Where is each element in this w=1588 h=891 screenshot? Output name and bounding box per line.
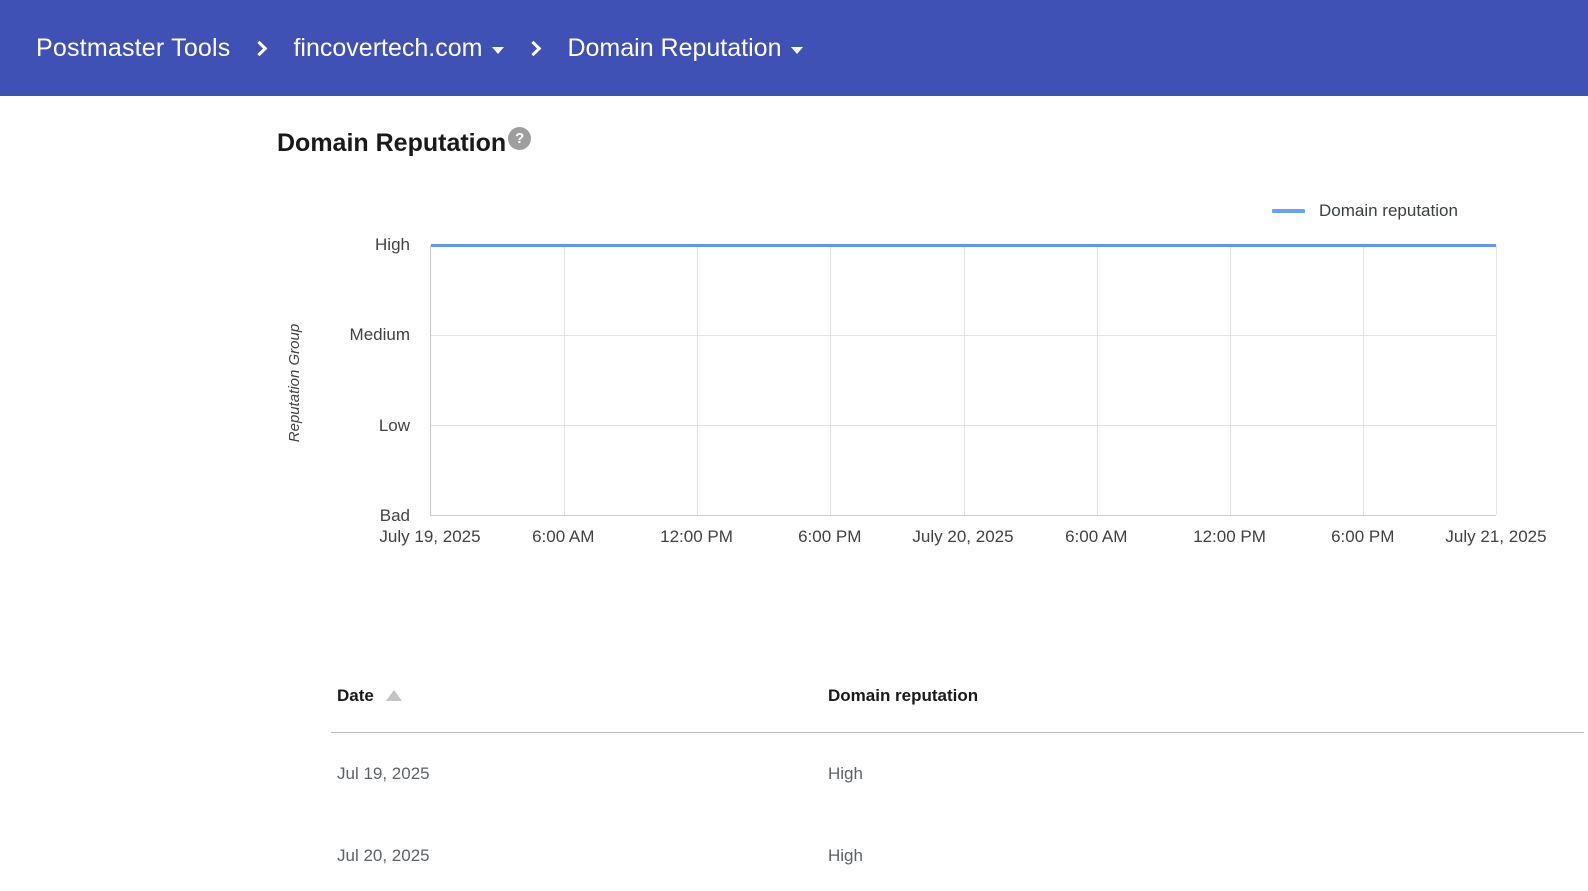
horizontal-gridline [431,425,1496,426]
reputation-cell: High [828,846,1584,866]
vertical-gridline [564,245,565,515]
x-axis-tick-label: 12:00 PM [1193,527,1266,547]
column-header-date[interactable]: Date [337,686,828,706]
reputation-cell: High [828,764,1584,784]
table-row: Jul 19, 2025 High [331,733,1584,815]
horizontal-gridline [431,335,1496,336]
domain-reputation-series-line [431,244,1496,247]
report-selector-dropdown[interactable]: Domain Reputation [567,34,803,63]
date-cell: Jul 19, 2025 [337,764,828,784]
table-header-row: Date Domain reputation [331,686,1584,733]
x-axis-tick-label: 6:00 AM [1065,527,1127,547]
vertical-gridline [1363,245,1364,515]
legend-label: Domain reputation [1319,201,1458,221]
x-axis-tick-labels: July 19, 20256:00 AM12:00 PM6:00 PMJuly … [430,527,1496,549]
x-axis-tick-label: July 19, 2025 [379,527,480,547]
x-axis-tick-label: 6:00 PM [1331,527,1394,547]
domain-selector-label: fincovertech.com [293,34,482,63]
x-axis-tick-label: July 20, 2025 [912,527,1013,547]
help-icon[interactable]: ? [508,127,531,150]
legend-line-swatch [1272,209,1305,213]
x-axis-tick-label: 12:00 PM [660,527,733,547]
date-cell: Jul 20, 2025 [337,846,828,866]
caret-down-icon [791,47,803,54]
x-axis-tick-label: 6:00 AM [532,527,594,547]
page-title-row: Domain Reputation ? [277,129,531,158]
top-nav-bar: Postmaster Tools fincovertech.com Domain… [0,0,1588,96]
chevron-right-icon [526,40,542,56]
report-selector-label: Domain Reputation [567,34,781,63]
chevron-right-icon [252,40,268,56]
column-header-domain-reputation-label: Domain reputation [828,686,978,706]
column-header-date-label: Date [337,686,374,706]
page-title: Domain Reputation [277,129,506,158]
column-header-domain-reputation[interactable]: Domain reputation [828,686,1584,706]
x-axis-tick-label: July 21, 2025 [1445,527,1546,547]
vertical-gridline [1230,245,1231,515]
y-axis-tick-label: Medium [350,325,410,345]
table-row: Jul 20, 2025 High [331,815,1584,891]
y-axis-tick-label: Bad [380,506,410,526]
domain-selector-dropdown[interactable]: fincovertech.com [293,34,504,63]
sort-ascending-icon [386,690,402,701]
vertical-gridline [964,245,965,515]
y-axis-tick-label: High [375,235,410,255]
vertical-gridline [697,245,698,515]
app-title-link[interactable]: Postmaster Tools [36,34,230,63]
x-axis-tick-label: 6:00 PM [798,527,861,547]
postmaster-tools-screen: Postmaster Tools fincovertech.com Domain… [0,0,1588,891]
reputation-table: Date Domain reputation Jul 19, 2025 High… [331,686,1584,891]
y-axis-tick-label: Low [379,416,410,436]
table-body: Jul 19, 2025 High Jul 20, 2025 High [331,733,1584,891]
vertical-gridline [1097,245,1098,515]
y-axis-tick-labels: HighMediumLowBad [300,245,410,516]
vertical-gridline [1496,245,1497,515]
vertical-gridline [830,245,831,515]
caret-down-icon [492,47,504,54]
chart-plot-area [430,245,1496,516]
chart-legend: Domain reputation [1272,201,1458,221]
